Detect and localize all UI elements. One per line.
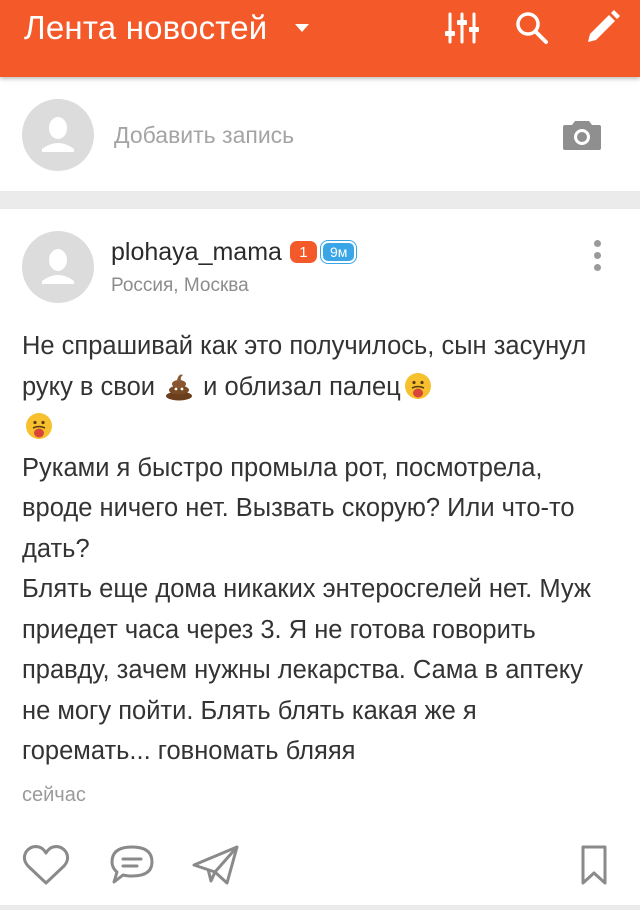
user-avatar[interactable] xyxy=(22,99,94,171)
nauseated-face-emoji xyxy=(404,372,431,399)
share-paper-plane-icon xyxy=(192,845,239,885)
more-dot xyxy=(593,239,601,247)
author-row: plohaya_mama 1 9м xyxy=(111,237,357,267)
post-composer[interactable]: Добавить запись xyxy=(0,77,640,191)
poop-emoji xyxy=(166,374,193,400)
post-paragraph: Блять еще дома никаких энтеросгелей нет.… xyxy=(22,575,591,765)
post-menu-button[interactable] xyxy=(582,234,612,276)
nauseated-face-emoji xyxy=(26,413,52,439)
page-title: Лента новостей xyxy=(24,9,268,46)
comment-icon xyxy=(110,845,154,884)
author-avatar[interactable] xyxy=(22,231,94,303)
chevron-down-icon xyxy=(295,24,310,32)
online-status-badge: 9м xyxy=(320,241,357,263)
share-button[interactable] xyxy=(190,841,242,889)
app-bar: Лента новостей xyxy=(0,0,640,77)
author-location: Россия, Москва xyxy=(111,275,249,296)
feed-post: plohaya_mama 1 9м Россия, Москва Не спра… xyxy=(0,209,640,905)
bookmark-icon xyxy=(581,845,607,885)
camera-icon xyxy=(563,121,601,150)
filter-sliders-icon xyxy=(445,12,479,44)
post-text: Не спрашивай как это получилось, сын зас… xyxy=(22,326,612,772)
more-dot xyxy=(593,263,601,271)
feed-selector[interactable]: Лента новостей xyxy=(24,9,310,46)
more-dot xyxy=(593,251,601,259)
post-timestamp: сейчас xyxy=(22,784,86,806)
pencil-icon xyxy=(588,10,620,42)
filter-button[interactable] xyxy=(440,8,484,48)
like-button[interactable] xyxy=(20,841,72,889)
bookmark-button[interactable] xyxy=(568,841,620,889)
add-photo-button[interactable] xyxy=(562,117,602,153)
post-paragraph: Руками я быстро промыла рот, посмотрела,… xyxy=(22,453,575,563)
search-button[interactable] xyxy=(510,8,554,48)
heart-icon xyxy=(22,845,70,885)
count-badge: 1 xyxy=(289,241,317,263)
comment-button[interactable] xyxy=(106,841,158,889)
post-paragraph: Не спрашивай как это получилось, сын зас… xyxy=(22,326,612,448)
compose-button[interactable] xyxy=(580,8,624,48)
user-silhouette-icon xyxy=(42,249,74,284)
user-silhouette-icon xyxy=(42,117,74,152)
add-post-placeholder[interactable]: Добавить запись xyxy=(114,122,294,149)
author-name[interactable]: plohaya_mama xyxy=(111,238,282,267)
search-icon xyxy=(516,12,548,44)
